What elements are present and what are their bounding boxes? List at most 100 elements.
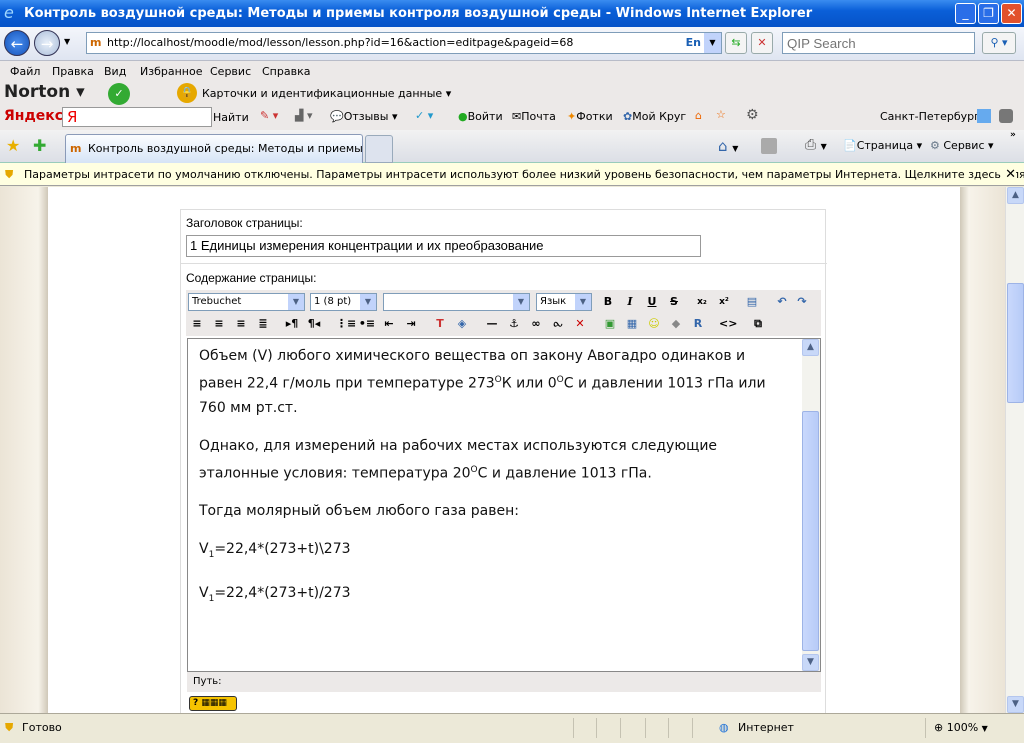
subscript-icon[interactable]: x₂ [693, 293, 711, 311]
weather-icon[interactable] [977, 109, 991, 123]
settings-gear-icon[interactable]: ⚙ [746, 107, 759, 123]
mail-button[interactable]: ✉Почта [512, 110, 556, 123]
align-left-icon[interactable]: ≡ [188, 315, 206, 333]
underline-icon[interactable]: U [643, 293, 661, 311]
print-icon[interactable]: ⎙ ▼ [805, 137, 827, 153]
strikethrough-icon[interactable]: S [665, 293, 683, 311]
chevron-more-icon[interactable]: » [1010, 130, 1016, 140]
outdent-icon[interactable]: ⇤ [380, 315, 398, 333]
tab-active[interactable]: m Контроль воздушной среды: Методы и прие… [65, 134, 363, 163]
rtl-icon[interactable]: ¶◂ [305, 315, 323, 333]
house-icon[interactable]: ⌂ [695, 109, 702, 122]
ltr-icon[interactable]: ▸¶ [283, 315, 301, 333]
login-button[interactable]: ●Войти [458, 110, 503, 123]
insert-table-icon[interactable]: ▦ [623, 315, 641, 333]
editor-area[interactable]: Объем (V) любого химического вещества оп… [187, 338, 821, 672]
infobar-close-icon[interactable]: ✕ [1001, 163, 1016, 185]
scroll-up-icon[interactable]: ▲ [802, 339, 819, 356]
horizontal-rule-icon[interactable]: — [483, 315, 501, 333]
indent-icon[interactable]: ⇥ [402, 315, 420, 333]
align-center-icon[interactable]: ≡ [210, 315, 228, 333]
rss-icon[interactable] [761, 138, 777, 154]
background-color-icon[interactable]: ◈ [453, 315, 471, 333]
marker-icon[interactable]: ✎ ▾ [260, 109, 278, 122]
norton-cards-button[interactable]: Карточки и идентификационные данные ▾ [202, 87, 451, 100]
toolbar-extra-icon[interactable] [999, 109, 1013, 123]
menu-view[interactable]: Вид [104, 65, 126, 78]
spellcheck-icon[interactable]: ✓ ▾ [415, 109, 433, 122]
ordered-list-icon[interactable]: ⋮≡ [336, 315, 356, 333]
special-char-icon[interactable]: ◆ [667, 315, 685, 333]
menu-tools[interactable]: Сервис [210, 65, 251, 78]
redo-icon[interactable]: ↷ [793, 293, 811, 311]
keyboard-help-icon[interactable]: ? ▦▦▦ [189, 696, 237, 711]
search-replace-icon[interactable]: R [689, 315, 707, 333]
editor-scroll-thumb[interactable] [802, 411, 819, 651]
address-bar[interactable]: m http://localhost/moodle/mod/lesson/les… [86, 32, 722, 54]
city-label[interactable]: Санкт-Петербург [880, 110, 980, 123]
anchor-icon[interactable]: ⚓ [505, 315, 523, 333]
yandex-search-input[interactable]: Я [62, 107, 212, 127]
photos-button[interactable]: ✦Фотки [567, 110, 613, 123]
norton-check-icon[interactable]: ✓ [108, 83, 130, 105]
page-scroll-down-icon[interactable]: ▼ [1007, 696, 1024, 713]
insert-image-icon[interactable]: ▣ [601, 315, 619, 333]
unordered-list-icon[interactable]: •≡ [358, 315, 376, 333]
photos-icon: ✦ [567, 110, 577, 123]
norton-logo[interactable]: Norton ▾ [4, 82, 85, 102]
align-right-icon[interactable]: ≡ [232, 315, 250, 333]
font-select[interactable]: Trebuchet ▼ [188, 293, 305, 311]
format-select[interactable]: ▼ [383, 293, 530, 311]
editor-content[interactable]: Объем (V) любого химического вещества оп… [199, 344, 789, 625]
editor-scrollbar[interactable]: ▲ ▼ [802, 339, 820, 671]
zoom-control[interactable]: ⊕ 100% ▼ [934, 714, 988, 743]
minimize-button[interactable]: _ [955, 3, 976, 24]
fullscreen-icon[interactable]: ⧉ [749, 315, 767, 333]
stop-button[interactable]: ✕ [751, 32, 773, 54]
bold-icon[interactable]: B [599, 293, 617, 311]
back-button[interactable]: ← [4, 30, 30, 56]
history-dropdown-icon[interactable]: ▼ [64, 37, 70, 46]
add-favorite-icon[interactable]: ✚ [33, 136, 46, 155]
circle-button[interactable]: ✿Мой Круг [623, 110, 686, 123]
star-icon[interactable]: ☆ [716, 108, 726, 121]
search-button[interactable]: ⚲ ▾ [982, 32, 1016, 54]
close-button[interactable]: ✕ [1001, 3, 1022, 24]
size-select[interactable]: 1 (8 pt) ▼ [310, 293, 377, 311]
justify-icon[interactable]: ≣ [254, 315, 272, 333]
superscript-icon[interactable]: x² [715, 293, 733, 311]
menu-edit[interactable]: Правка [52, 65, 94, 78]
page-menu-button[interactable]: 📄Страница ▾ [843, 139, 922, 152]
reviews-button[interactable]: 💬Отзывы ▾ [330, 110, 398, 123]
html-source-icon[interactable]: <> [719, 315, 737, 333]
italic-icon[interactable]: I [621, 293, 639, 311]
tools-menu-button[interactable]: ⚙ Сервис ▾ [930, 139, 994, 152]
menu-favorites[interactable]: Избранное [140, 65, 202, 78]
yandex-find-button[interactable]: Найти [213, 111, 249, 124]
refresh-button[interactable]: ⇆ [725, 32, 747, 54]
unlink-icon[interactable]: ⧜ [549, 315, 567, 333]
smiley-icon[interactable]: ☺ [645, 315, 663, 333]
language-select[interactable]: Язык ▼ [536, 293, 592, 311]
word-paste-icon[interactable]: ▤ [743, 293, 761, 311]
home-icon[interactable]: ⌂ ▼ [718, 137, 738, 155]
undo-icon[interactable]: ↶ [773, 293, 791, 311]
search-input[interactable] [782, 32, 975, 54]
restore-button[interactable]: ❐ [978, 3, 999, 24]
favorites-star-icon[interactable]: ★ [6, 136, 20, 155]
forward-button[interactable]: → [34, 30, 60, 56]
information-bar[interactable]: ⛊ Параметры интрасети по умолчанию отклю… [0, 163, 1024, 186]
nolink-icon[interactable]: ✕ [571, 315, 589, 333]
menu-help[interactable]: Справка [262, 65, 310, 78]
new-tab-button[interactable] [365, 135, 393, 163]
scroll-down-icon[interactable]: ▼ [802, 654, 819, 671]
page-scroll-up-icon[interactable]: ▲ [1007, 187, 1024, 204]
text-color-icon[interactable]: T [431, 315, 449, 333]
address-dropdown-button[interactable]: ▼ [704, 33, 721, 53]
page-scroll-thumb[interactable] [1007, 283, 1024, 403]
signal-icon[interactable]: ▟ ▾ [295, 109, 312, 122]
link-icon[interactable]: ∞ [527, 315, 545, 333]
page-title-input[interactable]: 1 Единицы измерения концентрации и их пр… [186, 235, 701, 257]
menu-file[interactable]: Файл [10, 65, 40, 78]
page-scrollbar[interactable]: ▲ ▼ [1005, 187, 1024, 713]
